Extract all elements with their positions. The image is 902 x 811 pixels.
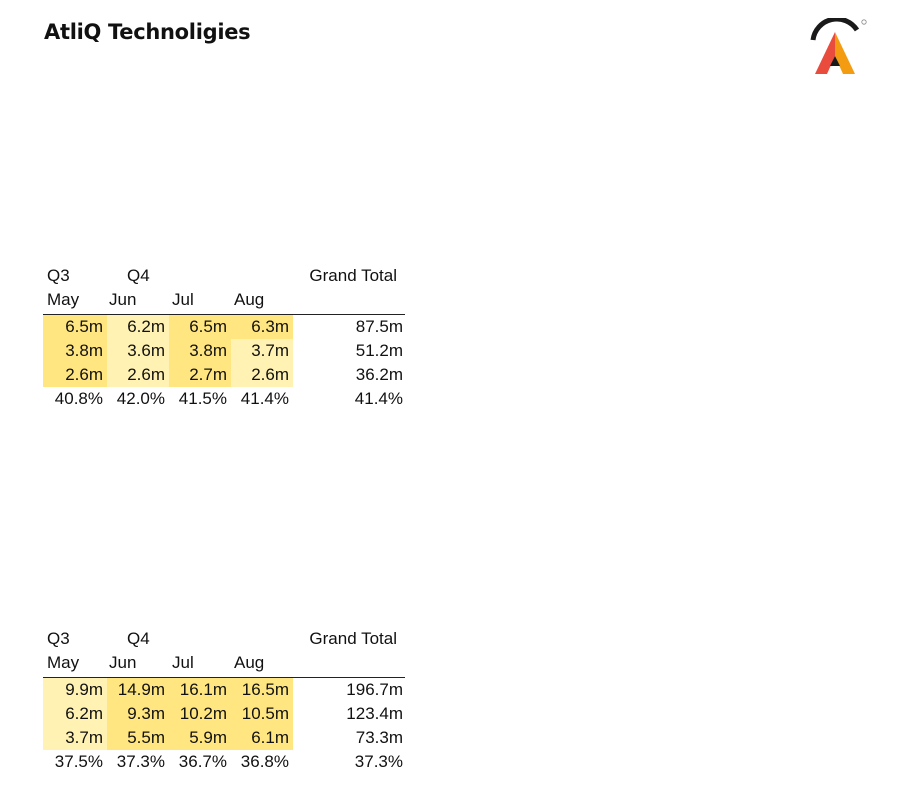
- value-cell: 2.7m: [169, 363, 231, 387]
- value-cell: 3.6m: [107, 339, 169, 363]
- pct-cell: 41.4%: [240, 389, 289, 408]
- value-cell: 10.2m: [169, 702, 231, 726]
- value-cell: 3.8m: [169, 339, 231, 363]
- table-row: 6.5m 6.2m 6.5m 6.3m 87.5m: [43, 315, 405, 339]
- value-cell: 5.9m: [169, 726, 231, 750]
- value-cell: 9.9m: [43, 678, 107, 702]
- table-row: 3.7m 5.5m 5.9m 6.1m 73.3m: [43, 726, 405, 750]
- company-title: AtliQ Technoligies: [44, 20, 251, 44]
- quarter-header-row: Q3 Q4 Grand Total: [43, 629, 405, 653]
- month-header-row: May Jun Jul Aug: [43, 290, 405, 315]
- month-label: Jul: [172, 290, 194, 309]
- quarter-label: Q3: [47, 266, 70, 285]
- grand-total-cell: 196.7m: [346, 680, 403, 699]
- report-table-2: Q3 Q4 Grand Total May Jun Jul Aug 9.9m 1…: [43, 629, 405, 774]
- grand-total-cell: 73.3m: [355, 728, 403, 747]
- month-label: Jun: [109, 290, 137, 309]
- grand-total-cell: 123.4m: [346, 704, 403, 723]
- month-label: May: [47, 653, 80, 672]
- grand-total-cell: 87.5m: [355, 317, 403, 336]
- month-label: Aug: [234, 653, 265, 672]
- value-cell: 2.6m: [231, 363, 293, 387]
- grand-total-cell: 36.2m: [355, 365, 403, 384]
- value-cell: 16.1m: [169, 678, 231, 702]
- report-table-1: Q3 Q4 Grand Total May Jun Jul Aug 6.5m 6…: [43, 266, 405, 411]
- quarter-label: Q4: [127, 266, 150, 285]
- table-row: 3.8m 3.6m 3.8m 3.7m 51.2m: [43, 339, 405, 363]
- quarter-header-row: Q3 Q4 Grand Total: [43, 266, 405, 290]
- grand-total-header: Grand Total: [309, 629, 397, 648]
- quarter-label: Q3: [47, 629, 70, 648]
- value-cell: 6.1m: [231, 726, 293, 750]
- month-label: Aug: [234, 290, 265, 309]
- grand-total-cell: 37.3%: [354, 752, 403, 771]
- month-label: Jun: [109, 653, 137, 672]
- percentage-row: 40.8% 42.0% 41.5% 41.4% 41.4%: [43, 387, 405, 411]
- pct-cell: 41.5%: [178, 389, 227, 408]
- value-cell: 3.7m: [231, 339, 293, 363]
- value-cell: 3.8m: [43, 339, 107, 363]
- value-cell: 5.5m: [107, 726, 169, 750]
- pct-cell: 40.8%: [54, 389, 103, 408]
- value-cell: 2.6m: [43, 363, 107, 387]
- table-row: 6.2m 9.3m 10.2m 10.5m 123.4m: [43, 702, 405, 726]
- value-cell: 6.5m: [169, 315, 231, 339]
- value-cell: 3.7m: [43, 726, 107, 750]
- value-cell: 6.2m: [43, 702, 107, 726]
- value-cell: 6.5m: [43, 315, 107, 339]
- pct-cell: 37.5%: [54, 752, 103, 771]
- grand-total-cell: 51.2m: [355, 341, 403, 360]
- grand-total-cell: 41.4%: [354, 389, 403, 408]
- value-cell: 14.9m: [107, 678, 169, 702]
- value-cell: 16.5m: [231, 678, 293, 702]
- pct-cell: 36.8%: [240, 752, 289, 771]
- percentage-row: 37.5% 37.3% 36.7% 36.8% 37.3%: [43, 750, 405, 774]
- month-label: Jul: [172, 653, 194, 672]
- table-row: 9.9m 14.9m 16.1m 16.5m 196.7m: [43, 678, 405, 702]
- value-cell: 6.2m: [107, 315, 169, 339]
- value-cell: 10.5m: [231, 702, 293, 726]
- value-cell: 9.3m: [107, 702, 169, 726]
- month-label: May: [47, 290, 80, 309]
- month-header-row: May Jun Jul Aug: [43, 653, 405, 678]
- value-cell: 6.3m: [231, 315, 293, 339]
- pct-cell: 37.3%: [116, 752, 165, 771]
- quarter-label: Q4: [127, 629, 150, 648]
- atliq-logo-icon: [810, 18, 867, 74]
- grand-total-header: Grand Total: [309, 266, 397, 285]
- table-row: 2.6m 2.6m 2.7m 2.6m 36.2m: [43, 363, 405, 387]
- pct-cell: 42.0%: [116, 389, 165, 408]
- value-cell: 2.6m: [107, 363, 169, 387]
- pct-cell: 36.7%: [178, 752, 227, 771]
